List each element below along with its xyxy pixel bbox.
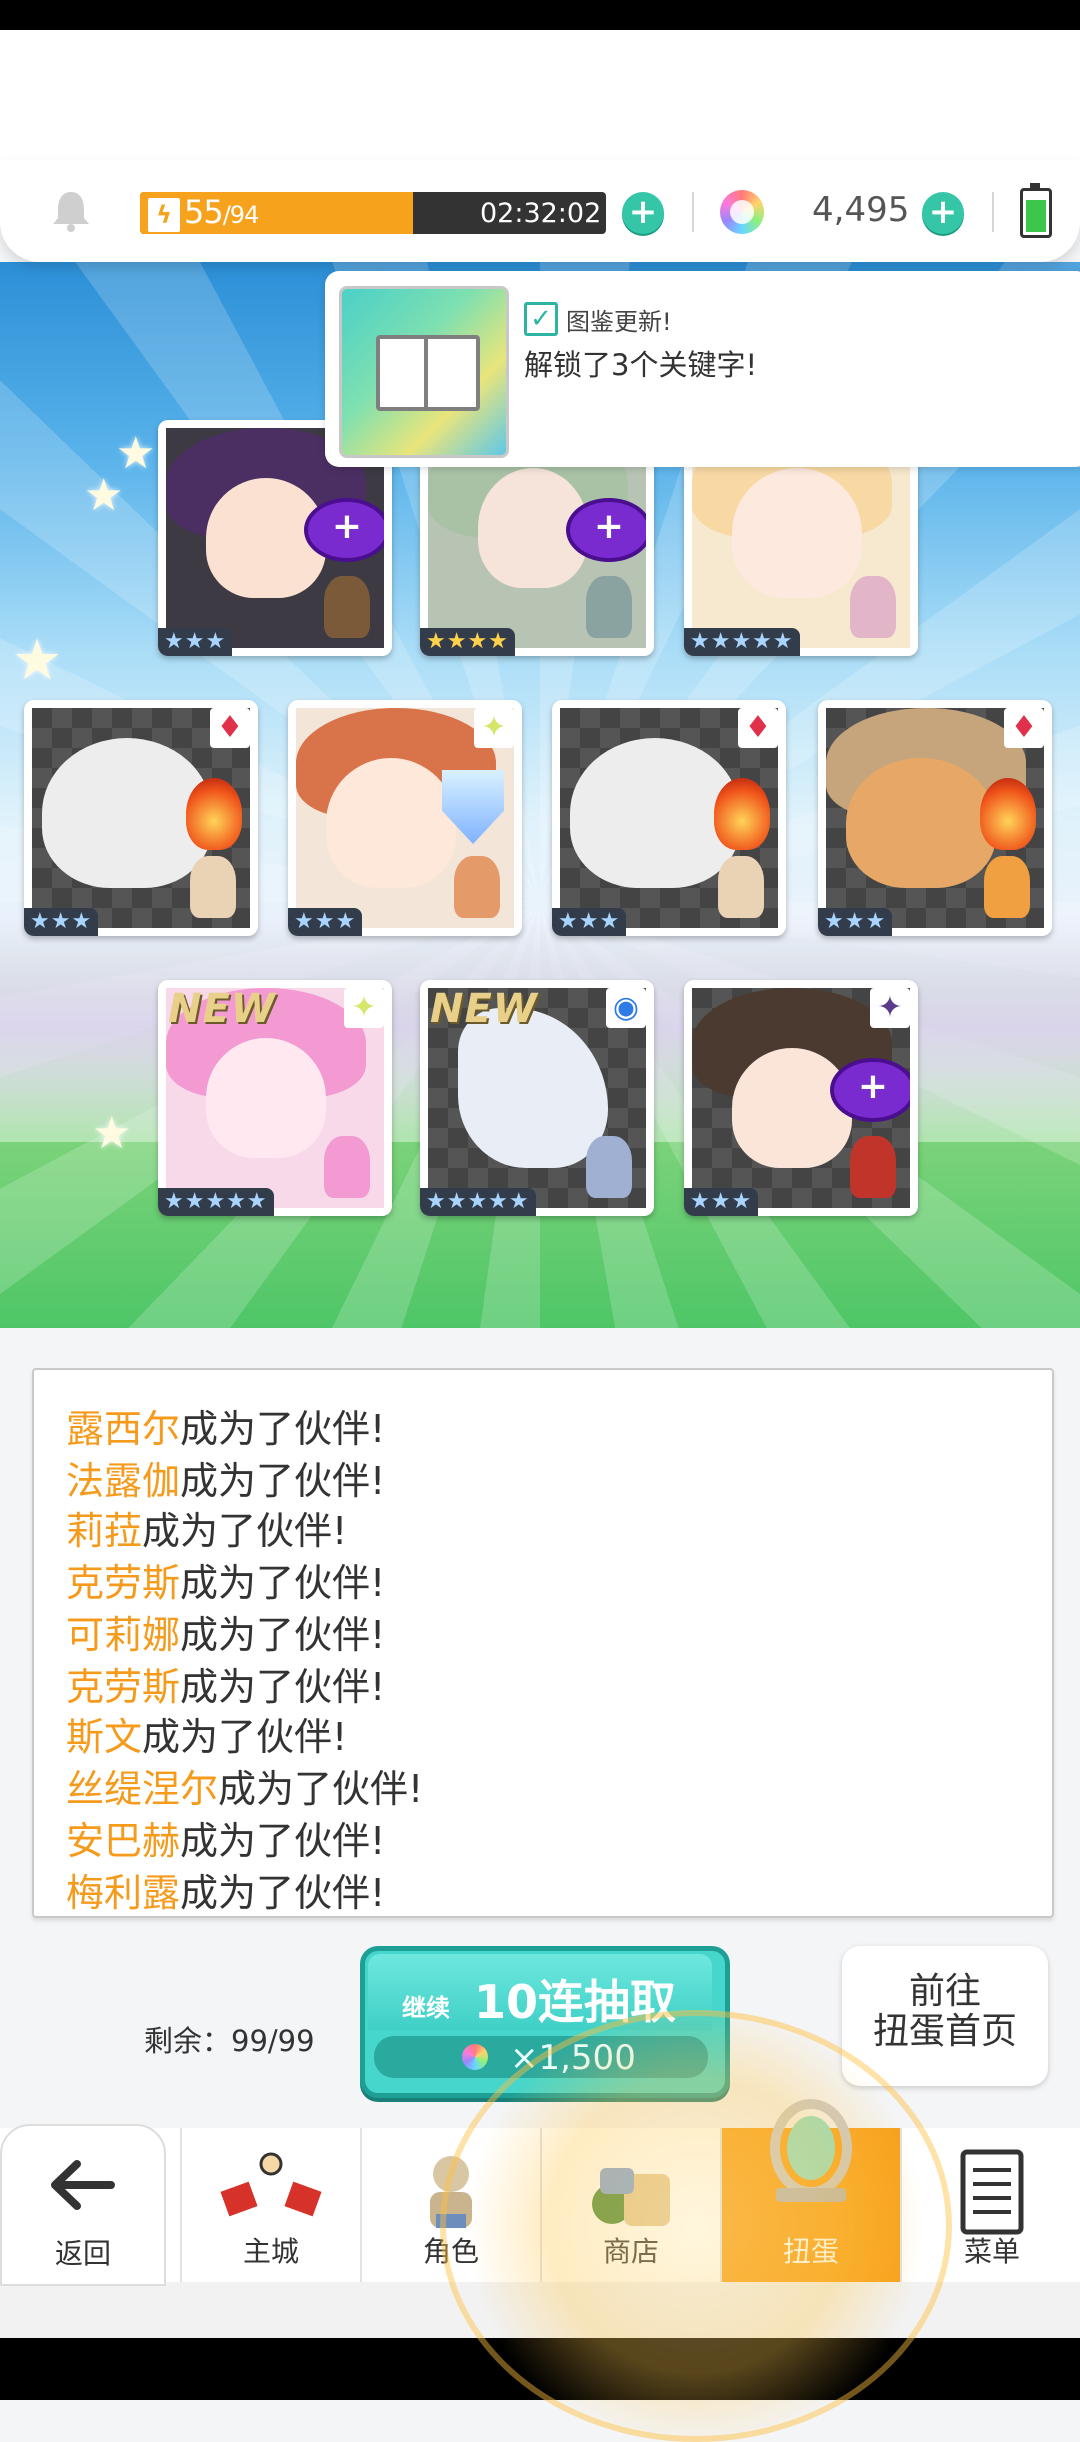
rarity-stars: ★★★ [24, 908, 99, 936]
nav-character[interactable]: 角色 [360, 2128, 540, 2282]
divider [992, 192, 994, 232]
rarity-stars: ★★★★★ [420, 1188, 536, 1216]
back-button[interactable]: 返回 [0, 2124, 166, 2286]
diamond-icon: ♦ [738, 708, 778, 748]
character-card[interactable]: ♦ ★★★ [24, 700, 258, 936]
bell-icon[interactable] [46, 186, 96, 236]
star4-badge-icon: ✦ [870, 988, 910, 1028]
nav-gacha[interactable]: 扭蛋 [720, 2099, 900, 2282]
system-nav-bar [0, 2338, 1080, 2400]
diamond-icon: ♦ [210, 708, 250, 748]
lightning-icon: ϟ [146, 196, 182, 234]
shop-bag-icon [592, 2168, 670, 2226]
divider [692, 192, 694, 232]
rarity-stars: ★★★ [158, 628, 233, 656]
draw-label: 10连抽取 [474, 1975, 677, 2029]
stamina-current: 55 [184, 193, 224, 231]
rarity-stars: ★★★★★ [684, 628, 800, 656]
sparkle-badge-icon: ✦ [474, 708, 514, 748]
log-line: 克劳斯成为了伙伴! [66, 1665, 386, 1709]
goto-gacha-home-label: 前往 扭蛋首页 [872, 1971, 1017, 2052]
draw-cost: ×1,500 [510, 2038, 636, 2078]
log-line: 可莉娜成为了伙伴! [66, 1613, 386, 1657]
rarity-stars: ★★★ [818, 908, 893, 936]
battery-icon [1020, 183, 1052, 238]
toast-body: 解锁了3个关键字! [524, 348, 758, 382]
gem-icon [462, 2044, 488, 2070]
diamond-icon: ♦ [1004, 708, 1044, 748]
stamina-text: 55/94 [184, 193, 260, 231]
log-line: 克劳斯成为了伙伴! [66, 1561, 386, 1605]
sparkle-icon: ★ [92, 1108, 132, 1159]
gem-icon [720, 190, 764, 234]
status-bar [0, 0, 1080, 30]
rarity-stars: ★★★ [288, 908, 363, 936]
stamina-max: /94 [222, 201, 260, 229]
nav-main-city[interactable]: 主城 [180, 2128, 360, 2282]
character-card[interactable]: NEW ✦ ★★★★★ [158, 980, 392, 1216]
log-line: 安巴赫成为了伙伴! [66, 1819, 386, 1863]
add-gems-button[interactable]: + [922, 192, 964, 234]
nav-menu[interactable]: 菜单 [900, 2128, 1080, 2282]
log-line: 斯文成为了伙伴! [66, 1715, 348, 1759]
log-line: 法露伽成为了伙伴! [66, 1459, 386, 1503]
toast-title: 图鉴更新! [566, 308, 672, 336]
character-card[interactable]: ✦ ★★★ [288, 700, 522, 936]
stamina-timer: 02:32:02 [480, 198, 602, 229]
log-line: 丝缇涅尔成为了伙伴! [66, 1767, 424, 1811]
book-icon [339, 286, 509, 458]
continue-label: 继续 [402, 1994, 450, 2022]
log-line: 露西尔成为了伙伴! [66, 1407, 386, 1451]
character-card[interactable]: NEW ◉ ★★★★★ [420, 980, 654, 1216]
rarity-stars: ★★★ [684, 1188, 759, 1216]
remaining-count: 剩余：99/99 [144, 2024, 315, 2058]
checkbox-icon: ✓ [524, 302, 558, 336]
rarity-stars: ★★★ [552, 908, 627, 936]
rarity-stars: ★★★★★ [158, 1188, 274, 1216]
character-icon [430, 2156, 472, 2228]
rarity-stars: ★★★★ [420, 628, 515, 656]
top-spacer [0, 30, 1080, 170]
character-card[interactable]: ♦ ★★★ [552, 700, 786, 936]
new-tag: NEW [168, 986, 276, 1032]
result-log[interactable]: 露西尔成为了伙伴! 法露伽成为了伙伴! 莉菈成为了伙伴! 克劳斯成为了伙伴! 可… [32, 1368, 1054, 1918]
nav-label: 商店 [602, 2235, 659, 2268]
castle-icon [220, 2152, 322, 2217]
nav-shop[interactable]: 商店 [540, 2128, 720, 2282]
sparkle-icon: ★ [12, 628, 63, 693]
log-line: 梅利露成为了伙伴! [66, 1871, 386, 1915]
nav-label: 主城 [242, 2235, 299, 2268]
arrow-left-icon [51, 2160, 115, 2210]
sparkle-badge-icon: ✦ [344, 988, 384, 1028]
gacha-portal-icon [770, 2099, 852, 2202]
menu-list-icon [960, 2149, 1024, 2235]
nav-label: 扭蛋 [782, 2235, 839, 2268]
gem-count: 4,495 [812, 190, 910, 230]
back-label: 返回 [54, 2237, 111, 2270]
log-line: 莉菈成为了伙伴! [66, 1509, 348, 1553]
add-stamina-button[interactable]: + [622, 192, 664, 234]
nav-label: 菜单 [963, 2235, 1020, 2268]
bottom-strip [0, 2282, 1080, 2338]
new-tag: NEW [430, 986, 538, 1032]
character-card[interactable]: ♦ ★★★ [818, 700, 1052, 936]
character-card[interactable]: ✦ ★★★ [684, 980, 918, 1216]
nav-label: 角色 [422, 2235, 479, 2268]
circle-badge-icon: ◉ [606, 988, 646, 1028]
sparkle-icon: ★ [84, 470, 124, 521]
